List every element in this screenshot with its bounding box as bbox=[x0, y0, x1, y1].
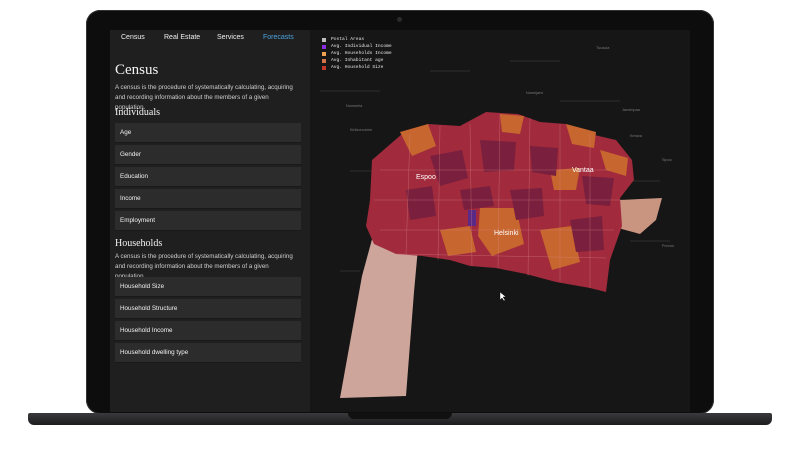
legend-label: Avg. Inhabitant age bbox=[331, 58, 384, 63]
purple-highlight bbox=[468, 210, 476, 226]
item-household-size[interactable]: Household Size bbox=[115, 277, 301, 297]
item-household-income[interactable]: Household Income bbox=[115, 321, 301, 341]
legend-item-individual-income[interactable]: Avg. Individual Income bbox=[322, 43, 392, 50]
legend-item-inhabitant-age[interactable]: Avg. Inhabitant age bbox=[322, 57, 392, 64]
camera-icon bbox=[397, 17, 402, 22]
tab-forecasts[interactable]: Forecasts bbox=[263, 34, 294, 41]
cursor-icon bbox=[499, 291, 507, 302]
app-screen: Census Real Estate Services Forecasts Ce… bbox=[110, 30, 690, 412]
individuals-heading: Individuals bbox=[115, 107, 160, 118]
place-label: Porvoo bbox=[662, 244, 675, 248]
place-label: Nummela bbox=[346, 104, 363, 108]
city-label-helsinki: Helsinki bbox=[494, 230, 519, 237]
swatch-icon bbox=[322, 44, 326, 49]
item-gender[interactable]: Gender bbox=[115, 145, 301, 165]
tab-real-estate[interactable]: Real Estate bbox=[164, 34, 200, 41]
place-label: Nurmijarvi bbox=[526, 91, 544, 95]
item-employment[interactable]: Employment bbox=[115, 211, 301, 231]
item-household-structure[interactable]: Household Structure bbox=[115, 299, 301, 319]
swatch-icon bbox=[322, 51, 326, 56]
legend-item-postal-areas[interactable]: Postal Areas bbox=[322, 36, 392, 43]
map-canvas[interactable] bbox=[310, 30, 690, 412]
swatch-icon bbox=[322, 37, 326, 42]
item-education[interactable]: Education bbox=[115, 167, 301, 187]
place-label: Tuusula bbox=[596, 46, 610, 50]
legend-label: Avg. Individual Income bbox=[331, 44, 392, 49]
swatch-icon bbox=[322, 65, 326, 70]
sidebar: Census Real Estate Services Forecasts Ce… bbox=[110, 30, 310, 412]
top-nav: Census Real Estate Services Forecasts bbox=[110, 34, 310, 48]
item-age[interactable]: Age bbox=[115, 123, 301, 143]
pale-region-east bbox=[618, 198, 662, 234]
place-label: Sipoo bbox=[662, 158, 672, 162]
city-label-espoo: Espoo bbox=[416, 174, 436, 181]
legend-label: Avg. Households Income bbox=[331, 51, 392, 56]
item-income[interactable]: Income bbox=[115, 189, 301, 209]
place-label: Jarvenpaa bbox=[622, 108, 640, 112]
tab-census[interactable]: Census bbox=[121, 34, 145, 41]
legend-item-households-income[interactable]: Avg. Households Income bbox=[322, 50, 392, 57]
city-label-vantaa: Vantaa bbox=[572, 167, 594, 174]
map-view[interactable]: Postal Areas Avg. Individual Income Avg.… bbox=[310, 30, 690, 412]
households-heading: Households bbox=[115, 238, 163, 249]
legend-label: Postal Areas bbox=[331, 37, 365, 42]
tab-services[interactable]: Services bbox=[217, 34, 244, 41]
legend-item-household-size[interactable]: Avg. Household Size bbox=[322, 64, 392, 71]
swatch-icon bbox=[322, 58, 326, 63]
page-title: Census bbox=[115, 62, 159, 78]
item-household-dwelling-type[interactable]: Household dwelling type bbox=[115, 343, 301, 363]
place-label: Kirkkonummi bbox=[350, 128, 372, 132]
legend-label: Avg. Household Size bbox=[331, 65, 384, 70]
map-legend: Postal Areas Avg. Individual Income Avg.… bbox=[322, 36, 392, 71]
laptop-notch bbox=[348, 413, 452, 419]
place-label: Kerava bbox=[630, 134, 643, 138]
